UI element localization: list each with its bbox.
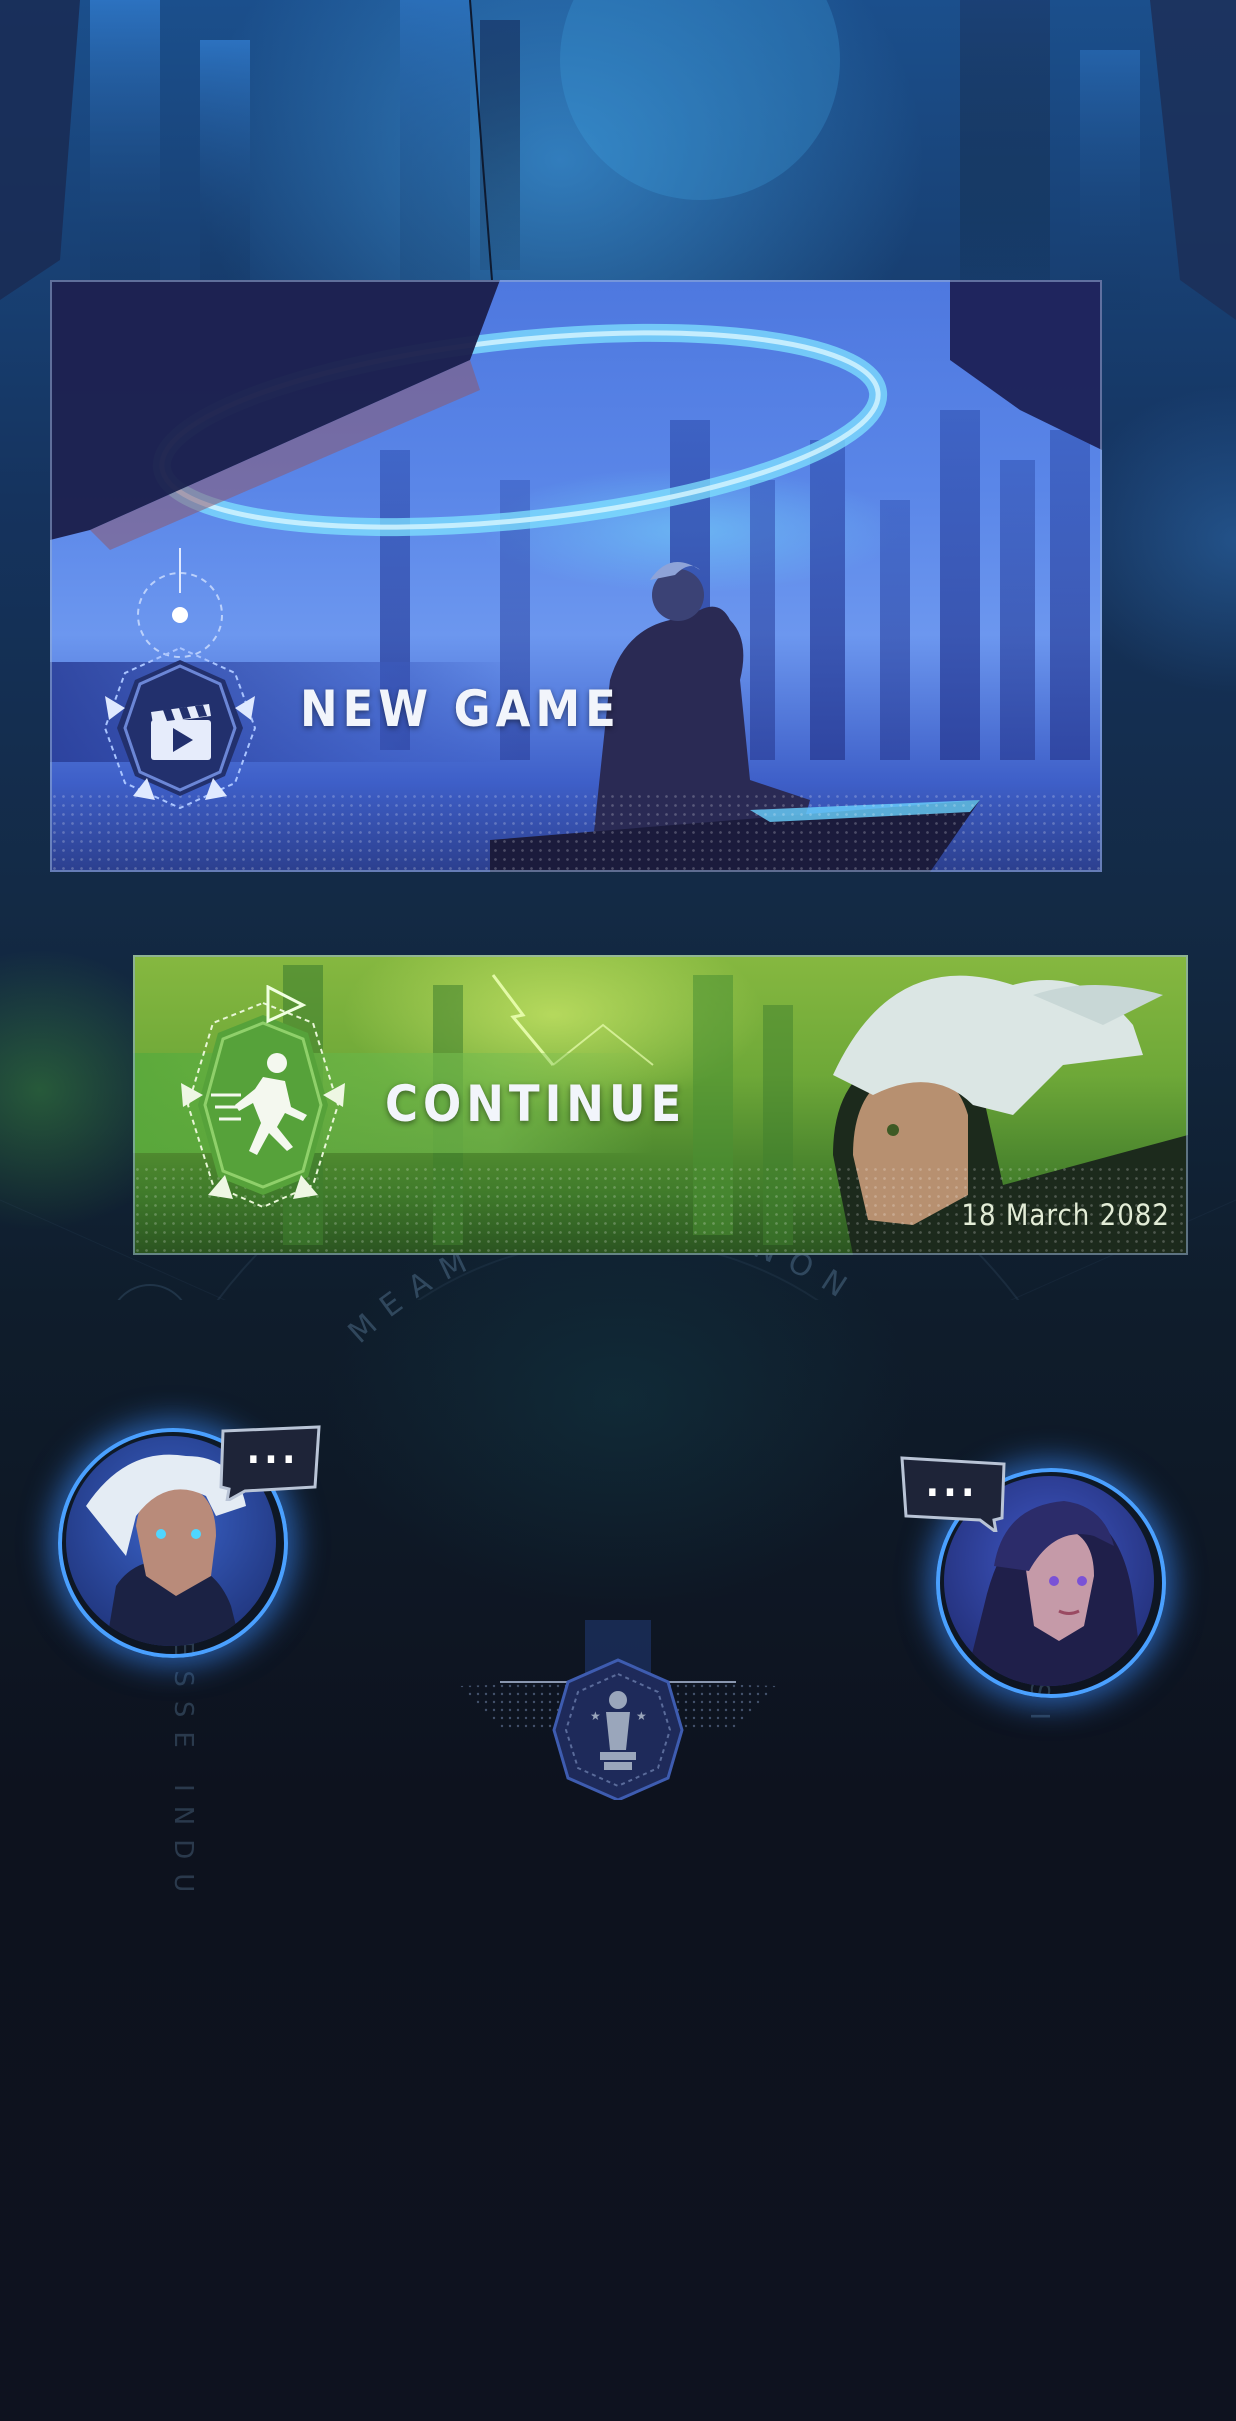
continue-label: CONTINUE: [385, 1075, 687, 1133]
continue-card[interactable]: CONTINUE 18 March 2082: [133, 955, 1188, 1255]
left-speech-bubble[interactable]: ...: [215, 1425, 325, 1504]
new-game-label: NEW GAME: [300, 680, 621, 738]
right-speech-bubble[interactable]: ...: [898, 1456, 1010, 1536]
clapperboard-play-icon: [103, 548, 257, 810]
right-bubble-text: ...: [925, 1460, 979, 1506]
new-game-card[interactable]: NEW GAME: [50, 280, 1102, 872]
trophy-icon: ★ ★: [460, 1620, 776, 1802]
running-figure-icon: [181, 985, 345, 1209]
save-date: 18 March 2082: [961, 1198, 1170, 1232]
left-bubble-text: ...: [246, 1427, 300, 1473]
ring-text-left: ESSE INDU: [168, 1640, 198, 1900]
achievements-button[interactable]: ★ ★: [460, 1620, 776, 1802]
svg-text:★: ★: [590, 1709, 601, 1723]
svg-text:★: ★: [636, 1709, 647, 1723]
